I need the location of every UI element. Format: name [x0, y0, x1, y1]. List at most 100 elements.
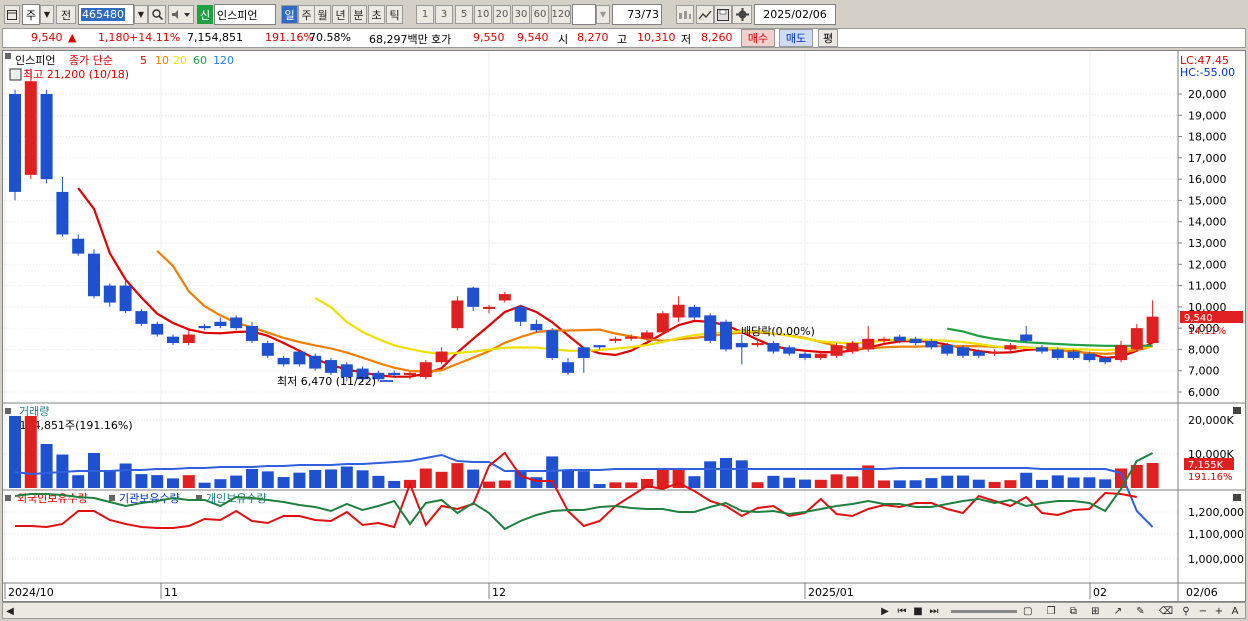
minute-tab-1[interactable]: 1 [416, 5, 434, 24]
font-size-icon[interactable]: A [1229, 604, 1241, 618]
volume-bar [972, 479, 985, 488]
extra-select[interactable] [572, 4, 596, 25]
box-icon[interactable]: ▢ [1023, 606, 1032, 617]
drawing-tools[interactable]: ▢ ❐ ⧉ ⊞ ↗ ✎ ⌫ [1023, 604, 1173, 618]
scroll-right-icon[interactable]: ▶ [879, 604, 891, 618]
sell-button[interactable]: 매도 [779, 29, 813, 47]
last-icon[interactable]: ⏭ [927, 604, 941, 618]
pencil-icon[interactable]: ✎ [1136, 606, 1144, 617]
layout-icon[interactable] [4, 5, 20, 24]
volume-bar [103, 470, 116, 488]
legend-marker [5, 53, 11, 59]
copy-icon[interactable]: ❐ [1047, 606, 1056, 617]
minute-tab-10[interactable]: 10 [474, 5, 492, 24]
volume-bar [198, 482, 211, 488]
volume-bar [656, 469, 669, 488]
stock-code-input[interactable]: 465480 [78, 4, 134, 25]
candle [103, 285, 116, 303]
minute-tab-5[interactable]: 5 [455, 5, 473, 24]
minute-tab-30[interactable]: 30 [512, 5, 530, 24]
minute-tab-3[interactable]: 3 [435, 5, 453, 24]
candle [451, 300, 464, 329]
close-icon[interactable] [1233, 494, 1241, 501]
volume-bar [24, 416, 37, 488]
mode-button[interactable]: 전 [56, 5, 76, 24]
x-tick-label: 2025/01 [808, 586, 854, 599]
minute-label: 3 [440, 9, 448, 20]
minute-tab-120[interactable]: 120 [551, 5, 571, 24]
period-tab-2[interactable]: 월 [314, 5, 331, 24]
type-select[interactable]: 주 [22, 4, 40, 25]
scroll-bar[interactable]: ◀ ▶ ⏮ ■ ⏭ ▢ ❐ ⧉ ⊞ ↗ ✎ ⌫ ⚲ − + A [2, 602, 1246, 619]
settings-button[interactable] [732, 5, 752, 24]
candle [388, 372, 401, 375]
minute-label: 60 [533, 9, 547, 20]
scroll-left-icon[interactable]: ◀ [5, 604, 15, 618]
first-icon[interactable]: ⏮ [895, 604, 909, 618]
candle [9, 94, 21, 192]
tool-button-2[interactable] [696, 5, 714, 24]
save-button[interactable] [714, 5, 732, 24]
up-arrow-icon: ▲ [68, 31, 77, 44]
stock-name: 인스피언 [217, 8, 258, 22]
compare-icon[interactable]: ⊞ [1091, 606, 1099, 617]
tool-button-1[interactable] [676, 5, 694, 24]
y-tick-label: 13,000 [1188, 237, 1227, 250]
stock-legend: 인스피언 [15, 54, 55, 67]
code-dropdown[interactable]: ▼ [134, 5, 148, 24]
volume-bar [483, 481, 495, 488]
volume-bar [419, 468, 432, 488]
candle [404, 372, 416, 375]
volume-bar [1067, 477, 1080, 488]
volume-bar [1146, 463, 1159, 488]
volume-bars [9, 416, 1159, 488]
y-tick-label: 7,000 [1188, 365, 1220, 378]
volume-bar [135, 474, 148, 488]
extra-dropdown[interactable]: ▼ [596, 5, 610, 24]
period-tab-6[interactable]: 틱 [386, 5, 403, 24]
speaker-button[interactable] [168, 5, 194, 24]
minute-tab-20[interactable]: 20 [493, 5, 511, 24]
candle [893, 336, 906, 341]
ask-price: 9,550 [473, 31, 505, 44]
ma-period-5: 5 [140, 54, 147, 67]
chart-area[interactable]: 인스피언 종가 단순 5 10 20 60 120 최고 21,200 (10/18) … [2, 50, 1246, 602]
period-tab-0[interactable]: 일 [281, 5, 298, 24]
y-tick-label: 19,000 [1188, 109, 1227, 122]
zoom-icon[interactable]: ⚲ [1179, 604, 1193, 618]
stock-name-field[interactable]: 인스피언 [214, 4, 276, 25]
zoom-slider[interactable] [949, 604, 1019, 618]
candle [878, 338, 890, 341]
buy-button[interactable]: 매수 [741, 29, 775, 47]
arrow-icon[interactable]: ↗ [1114, 606, 1122, 617]
date-field[interactable]: 2025/02/06 [754, 4, 836, 25]
period-tab-4[interactable]: 분 [350, 5, 367, 24]
close-icon[interactable] [1233, 407, 1241, 414]
period-tab-1[interactable]: 주 [298, 5, 315, 24]
volume-value: 7,154,851 [187, 31, 243, 44]
period-label: 분 [353, 8, 364, 22]
volume-bar [325, 469, 337, 488]
type-dropdown[interactable]: ▼ [40, 5, 54, 24]
candle [1067, 351, 1080, 358]
high-label: 고 [617, 33, 628, 46]
avg-button[interactable]: 평 [818, 29, 838, 47]
volume-bar [214, 479, 227, 488]
minute-tab-60[interactable]: 60 [531, 5, 549, 24]
zoom-out-icon[interactable]: − [1197, 604, 1209, 618]
candle [988, 351, 1001, 354]
count-total: /73 [641, 8, 659, 21]
ma-period-labels: 5 10 20 60 120 [140, 54, 234, 67]
period-tab-5[interactable]: 초 [368, 5, 385, 24]
grid-toggle-icon[interactable] [9, 68, 22, 81]
layers-icon[interactable]: ⧉ [1070, 606, 1077, 617]
candle [88, 253, 100, 297]
period-tab-3[interactable]: 년 [332, 5, 349, 24]
search-button[interactable] [148, 5, 166, 24]
zoom-in-icon[interactable]: + [1213, 604, 1225, 618]
stop-icon[interactable]: ■ [911, 604, 925, 618]
count-field[interactable]: 73/73 [612, 4, 662, 25]
eraser-icon[interactable]: ⌫ [1159, 606, 1173, 617]
y-tick-label: 18,000 [1188, 131, 1227, 144]
holding-tick-label: 1,100,000 [1188, 528, 1244, 541]
